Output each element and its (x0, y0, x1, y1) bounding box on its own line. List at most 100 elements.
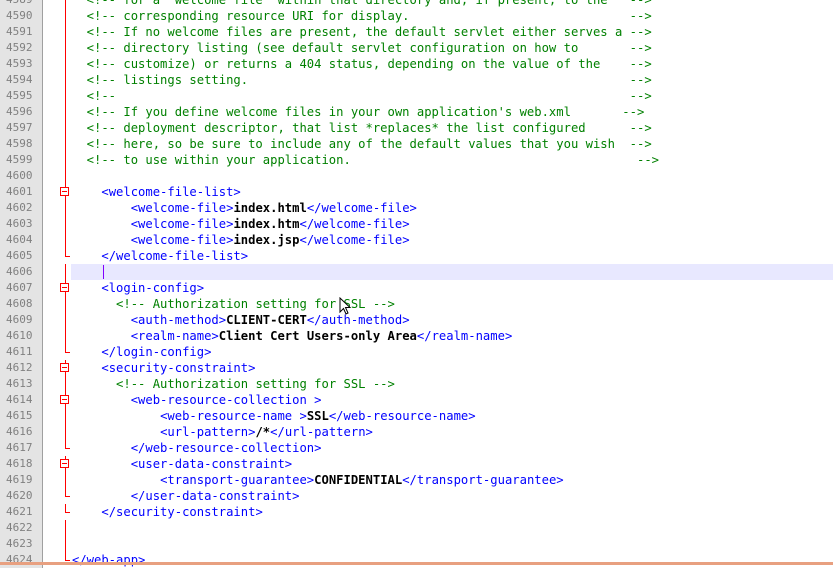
code-text[interactable]: <!-- --> (72, 88, 652, 104)
code-line[interactable]: 4598 <!-- here, so be sure to include an… (0, 136, 833, 152)
fold-toggle-icon[interactable] (60, 363, 69, 372)
code-line[interactable]: 4608 <!-- Authorization setting for SSL … (0, 296, 833, 312)
code-line[interactable]: 4601 <welcome-file-list> (0, 184, 833, 200)
code-text[interactable]: <url-pattern>/*</url-pattern> (72, 424, 373, 440)
code-line[interactable]: 4595 <!-- --> (0, 88, 833, 104)
code-text[interactable]: <!-- If no welcome files are present, th… (72, 24, 652, 40)
code-line[interactable]: 4600 (0, 168, 833, 184)
fold-margin (43, 152, 71, 168)
fold-margin (43, 72, 71, 88)
code-line[interactable]: 4610 <realm-name>Client Cert Users-only … (0, 328, 833, 344)
code-line[interactable]: 4592 <!-- directory listing (see default… (0, 40, 833, 56)
code-text[interactable]: <!-- directory listing (see default serv… (72, 40, 652, 56)
line-number: 4611 (0, 344, 42, 360)
code-line[interactable]: 4612 <security-constraint> (0, 360, 833, 376)
code-line[interactable]: 4619 <transport-guarantee>CONFIDENTIAL</… (0, 472, 833, 488)
line-number: 4591 (0, 24, 42, 40)
code-line[interactable]: 4613 <!-- Authorization setting for SSL … (0, 376, 833, 392)
code-line[interactable]: 4617 </web-resource-collection> (0, 440, 833, 456)
code-line[interactable]: 4599 <!-- to use within your application… (0, 152, 833, 168)
code-editor[interactable]: 4589 <!-- for a "welcome file" within th… (0, 0, 833, 568)
line-number: 4603 (0, 216, 42, 232)
code-text[interactable]: <web-resource-collection > (72, 392, 322, 408)
code-text[interactable]: <!-- for a "welcome file" within that di… (72, 0, 652, 8)
fold-end-marker (65, 512, 70, 513)
code-text[interactable]: <!-- customize) or returns a 404 status,… (72, 56, 652, 72)
code-line[interactable]: 4620 </user-data-constraint> (0, 488, 833, 504)
fold-margin (43, 424, 71, 440)
code-text[interactable]: <welcome-file>index.jsp</welcome-file> (72, 232, 410, 248)
code-line[interactable]: 4596 <!-- If you define welcome files in… (0, 104, 833, 120)
code-text[interactable]: </welcome-file-list> (72, 248, 248, 264)
code-line[interactable]: 4611 </login-config> (0, 344, 833, 360)
code-line[interactable]: 4621 </security-constraint> (0, 504, 833, 520)
code-line[interactable]: 4622 (0, 520, 833, 536)
code-line[interactable]: 4616 <url-pattern>/*</url-pattern> (0, 424, 833, 440)
code-text[interactable]: <!-- If you define welcome files in your… (72, 104, 645, 120)
fold-end-marker (65, 496, 70, 497)
code-line[interactable]: 4615 <web-resource-name >SSL</web-resour… (0, 408, 833, 424)
code-text[interactable]: <!-- deployment descriptor, that list *r… (72, 120, 652, 136)
fold-toggle-icon[interactable] (60, 187, 69, 196)
fold-margin (43, 408, 71, 424)
code-text[interactable]: <!-- to use within your application. --> (72, 152, 659, 168)
code-text[interactable]: </login-config> (72, 344, 211, 360)
code-text[interactable]: </web-resource-collection> (72, 440, 322, 456)
code-text[interactable]: <welcome-file-list> (72, 184, 240, 200)
code-line[interactable]: 4607 <login-config> (0, 280, 833, 296)
code-text[interactable]: <!-- listings setting. --> (72, 72, 652, 88)
code-text[interactable]: <!-- Authorization setting for SSL --> (72, 376, 395, 392)
code-text[interactable]: <!-- corresponding resource URI for disp… (72, 8, 652, 24)
code-line[interactable]: 4590 <!-- corresponding resource URI for… (0, 8, 833, 24)
code-line[interactable]: 4624 </web-app> (0, 552, 833, 568)
code-line[interactable]: 4589 <!-- for a "welcome file" within th… (0, 0, 833, 8)
code-line[interactable]: 4604 <welcome-file>index.jsp</welcome-fi… (0, 232, 833, 248)
code-text[interactable]: <web-resource-name >SSL</web-resource-na… (72, 408, 476, 424)
code-text[interactable]: <transport-guarantee>CONFIDENTIAL</trans… (72, 472, 564, 488)
fold-guide-line (65, 56, 66, 72)
fold-toggle-icon[interactable] (60, 395, 69, 404)
fold-end-marker (65, 352, 70, 353)
code-line[interactable]: 4605 </welcome-file-list> (0, 248, 833, 264)
line-number: 4620 (0, 488, 42, 504)
code-token-text: index.htm (233, 217, 300, 231)
code-text[interactable]: <security-constraint> (72, 360, 255, 376)
line-number: 4624 (0, 552, 42, 568)
code-text[interactable]: <welcome-file>index.htm</welcome-file> (72, 216, 410, 232)
fold-end-marker (65, 560, 70, 561)
fold-guide-line (65, 200, 66, 216)
code-line[interactable]: 4606 (0, 264, 833, 280)
fold-toggle-icon[interactable] (60, 459, 69, 468)
code-line[interactable]: 4597 <!-- deployment descriptor, that li… (0, 120, 833, 136)
code-text[interactable]: <realm-name>Client Cert Users-only Area<… (72, 328, 513, 344)
code-line[interactable]: 4618 <user-data-constraint> (0, 456, 833, 472)
fold-margin (43, 216, 71, 232)
code-line[interactable]: 4594 <!-- listings setting. --> (0, 72, 833, 88)
code-line[interactable]: 4602 <welcome-file>index.html</welcome-f… (0, 200, 833, 216)
code-text[interactable]: <login-config> (72, 280, 204, 296)
code-line[interactable]: 4591 <!-- If no welcome files are presen… (0, 24, 833, 40)
code-line[interactable]: 4614 <web-resource-collection > (0, 392, 833, 408)
code-text[interactable]: <auth-method>CLIENT-CERT</auth-method> (72, 312, 410, 328)
code-line[interactable]: 4623 (0, 536, 833, 552)
line-number: 4590 (0, 8, 42, 24)
code-line[interactable]: 4609 <auth-method>CLIENT-CERT</auth-meth… (0, 312, 833, 328)
code-text[interactable]: <user-data-constraint> (72, 456, 292, 472)
code-line[interactable]: 4593 <!-- customize) or returns a 404 st… (0, 56, 833, 72)
line-number: 4589 (0, 0, 42, 8)
code-text[interactable]: </user-data-constraint> (72, 488, 300, 504)
code-token-comment: <!-- --> (72, 89, 652, 103)
code-text[interactable]: </security-constraint> (72, 504, 262, 520)
code-text[interactable]: </web-app> (72, 552, 145, 568)
code-token-comment: <!-- for a "welcome file" within that di… (72, 0, 652, 7)
code-text[interactable]: <!-- here, so be sure to include any of … (72, 136, 652, 152)
code-text[interactable]: <welcome-file>index.html</welcome-file> (72, 200, 417, 216)
code-token-text: /* (255, 425, 271, 439)
fold-margin (43, 88, 71, 104)
code-line[interactable]: 4603 <welcome-file>index.htm</welcome-fi… (0, 216, 833, 232)
fold-toggle-icon[interactable] (60, 283, 69, 292)
